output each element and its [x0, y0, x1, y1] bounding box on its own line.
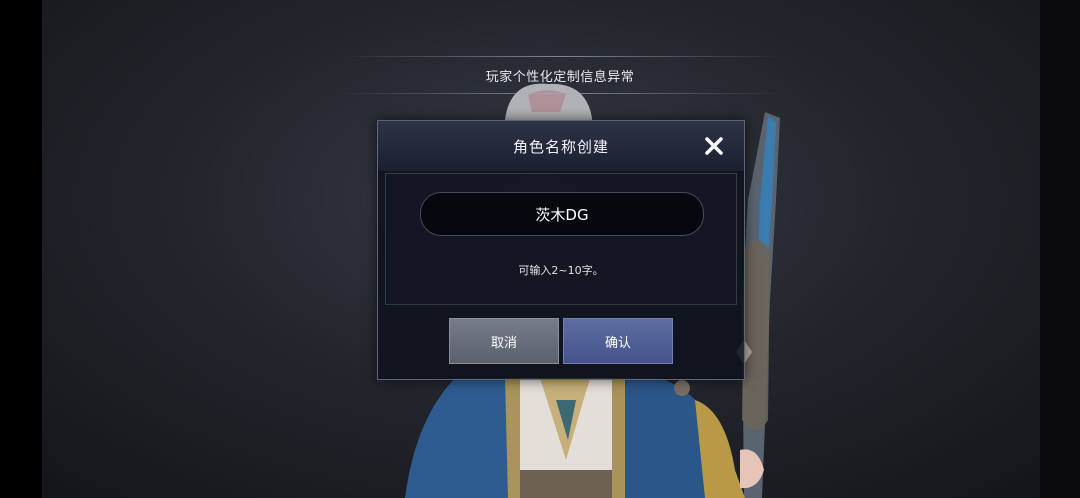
notice-divider-top — [340, 56, 780, 57]
notice-banner: 玩家个性化定制信息异常 — [340, 56, 780, 94]
close-icon — [705, 137, 723, 155]
dialog-body: 茨木DG 可输入2~10字。 — [385, 173, 737, 305]
name-length-hint: 可输入2~10字。 — [518, 264, 604, 277]
notice-text: 玩家个性化定制信息异常 — [485, 69, 635, 85]
name-creation-dialog: 角色名称创建 茨木DG 可输入2~10字。 取消 确认 — [377, 120, 745, 380]
dialog-title: 角色名称创建 — [512, 137, 609, 156]
cancel-button[interactable]: 取消 — [449, 318, 559, 364]
character-name-input[interactable]: 茨木DG — [420, 192, 704, 236]
close-button[interactable] — [702, 134, 726, 158]
character-name-value: 茨木DG — [535, 205, 589, 224]
confirm-button[interactable]: 确认 — [563, 318, 673, 364]
dialog-header: 角色名称创建 — [378, 121, 744, 171]
notice-divider-bottom — [340, 93, 780, 94]
